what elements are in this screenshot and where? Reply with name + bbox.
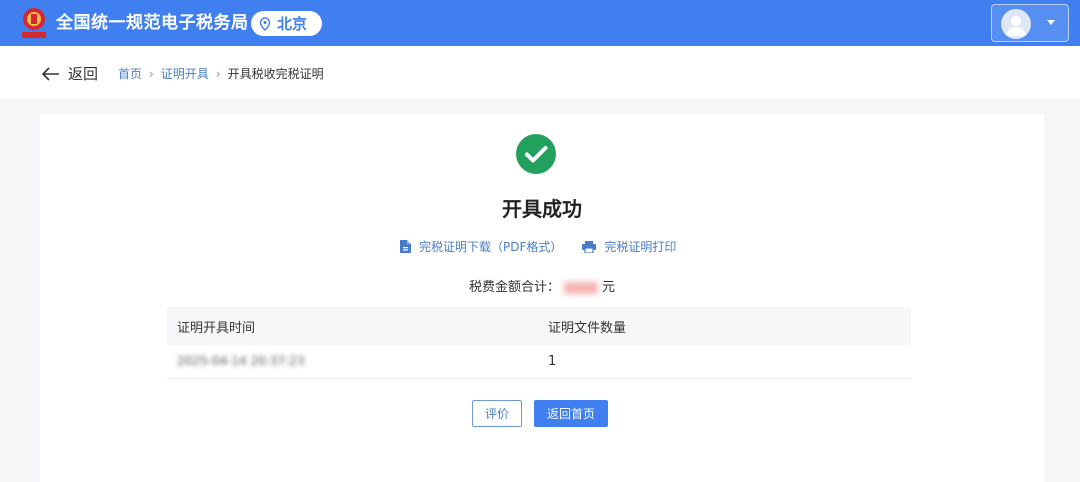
print-label: 完税证明打印 [604, 240, 677, 254]
success-check-icon [516, 134, 556, 174]
arrow-left-icon [42, 66, 59, 81]
table-cell-time: 2025-04-14 20:37:23 [167, 354, 539, 369]
print-link[interactable]: 完税证明打印 [582, 238, 676, 255]
back-label: 返回 [68, 65, 99, 83]
tax-emblem-icon [22, 8, 46, 38]
breadcrumb-home[interactable]: 首页 [118, 65, 142, 82]
breadcrumb-certificate[interactable]: 证明开具 [161, 65, 209, 82]
sub-nav-bar: 返回 首页 › 证明开具 › 开具税收完税证明 [0, 46, 1080, 98]
breadcrumb-separator-icon: › [149, 66, 154, 81]
user-icon [1006, 16, 1026, 36]
breadcrumb-separator-icon: › [215, 66, 221, 81]
site-title: 全国统一规范电子税务局 [56, 13, 249, 33]
file-icon [400, 240, 411, 253]
result-card: 开具成功 完税证明下载（PDF格式） 完税证明打印 税费金额合计： 元 证明开具时… [40, 114, 1044, 482]
top-bar: 全国统一规范电子税务局 北京 [0, 0, 1080, 46]
total-amount-line: 税费金额合计： 元 [40, 276, 1044, 295]
user-menu[interactable] [991, 4, 1069, 42]
currency-label: 元 [602, 280, 616, 295]
column-header-count: 证明文件数量 [548, 320, 627, 336]
download-pdf-label: 完税证明下载（PDF格式） [419, 240, 563, 254]
breadcrumb-current: 开具税收完税证明 [227, 67, 324, 81]
breadcrumb: 首页 › 证明开具 › 开具税收完税证明 [118, 65, 324, 82]
chevron-down-icon [1047, 20, 1055, 25]
table-header: 证明开具时间 证明文件数量 [167, 307, 911, 345]
success-title: 开具成功 [502, 197, 582, 221]
total-amount-redacted [564, 281, 598, 294]
table-cell-count: 1 [548, 354, 557, 369]
total-label: 税费金额合计： [468, 280, 560, 295]
back-button[interactable]: 返回 [42, 63, 98, 84]
column-header-time: 证明开具时间 [177, 320, 256, 336]
region-selector[interactable]: 北京 [251, 11, 322, 36]
region-label: 北京 [277, 15, 308, 33]
download-pdf-link[interactable]: 完税证明下载（PDF格式） [400, 238, 562, 255]
rate-button[interactable]: 评价 [472, 400, 522, 427]
certificate-actions: 完税证明下载（PDF格式） 完税证明打印 [400, 238, 676, 255]
printer-icon [582, 240, 597, 253]
table-row: 2025-04-14 20:37:23 1 [167, 345, 911, 379]
return-home-button[interactable]: 返回首页 [534, 400, 608, 427]
certificate-table: 证明开具时间 证明文件数量 2025-04-14 20:37:23 1 [167, 307, 911, 379]
issue-time-redacted: 2025-04-14 20:37:23 [177, 354, 305, 368]
location-pin-icon [259, 16, 271, 31]
action-buttons: 评价 返回首页 [472, 400, 608, 427]
avatar [1001, 9, 1031, 39]
